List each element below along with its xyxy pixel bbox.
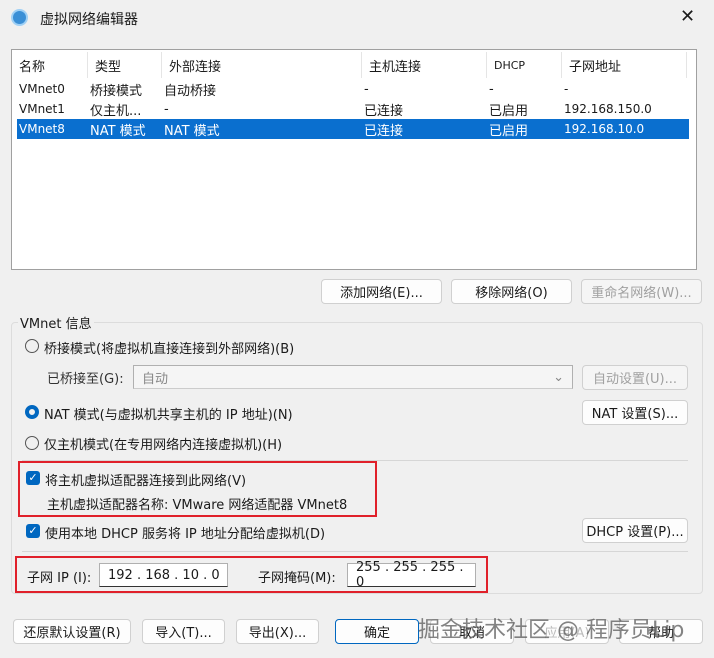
vmnet-info-group [11, 322, 703, 594]
bridged-to-select[interactable]: 自动 ⌄ [133, 365, 573, 389]
bridge-label: 桥接模式(将虚拟机直接连接到外部网络)(B) [44, 342, 295, 357]
table-cell: 已启用 [489, 123, 529, 139]
chevron-down-icon: ⌄ [553, 369, 564, 385]
table-cell: 已启用 [489, 103, 529, 119]
table-cell: 仅主机... [90, 103, 142, 119]
divider [22, 551, 688, 552]
nat-radio[interactable] [25, 405, 39, 419]
bridge-radio[interactable] [25, 339, 39, 353]
add-network-button[interactable]: 添加网络(E)... [321, 279, 442, 304]
nat-label: NAT 模式(与虚拟机共享主机的 IP 地址)(N) [44, 408, 293, 423]
connect-adapter-checkbox[interactable]: ✓ [26, 471, 40, 485]
table-row[interactable]: VMnet0 桥接模式 自动桥接 - - - [17, 79, 689, 99]
auto-settings-button[interactable]: 自动设置(U)... [582, 365, 688, 390]
bridged-to-label: 已桥接至(G): [47, 372, 124, 387]
dhcp-settings-button[interactable]: DHCP 设置(P)... [582, 518, 688, 543]
col-type[interactable]: 类型 [88, 52, 162, 78]
subnet-mask-input[interactable]: 255 . 255 . 255 . 0 [347, 560, 476, 590]
adapter-name: 主机虚拟适配器名称: VMware 网络适配器 VMnet8 [47, 498, 348, 513]
dhcp-checkbox[interactable]: ✓ [26, 524, 40, 538]
table-row[interactable]: VMnet8 NAT 模式 NAT 模式 已连接 已启用 192.168.10.0 [17, 119, 689, 139]
hostonly-radio[interactable] [25, 436, 39, 450]
table-row[interactable]: VMnet1 仅主机... - 已连接 已启用 192.168.150.0 [17, 99, 689, 119]
table-cell: 桥接模式 [90, 83, 143, 99]
col-dhcp[interactable]: DHCP [487, 52, 562, 78]
table-cell: 192.168.150.0 [564, 102, 652, 116]
table-cell: - [164, 101, 169, 117]
close-icon[interactable]: ✕ [680, 6, 695, 27]
table-cell: NAT 模式 [90, 123, 146, 139]
import-button[interactable]: 导入(T)... [142, 619, 225, 644]
remove-network-button[interactable]: 移除网络(O) [451, 279, 572, 304]
connect-adapter-label: 将主机虚拟适配器连接到此网络(V) [45, 474, 247, 489]
table-cell: VMnet8 [19, 122, 65, 136]
table-cell: - [364, 81, 369, 97]
table-cell: 已连接 [364, 123, 404, 139]
subnet-ip-label: 子网 IP (I): [27, 571, 92, 586]
bridged-to-value: 自动 [142, 371, 169, 387]
col-subnet[interactable]: 子网地址 [562, 52, 687, 78]
dhcp-label: 使用本地 DHCP 服务将 IP 地址分配给虚拟机(D) [45, 527, 326, 542]
hostonly-label: 仅主机模式(在专用网络内连接虚拟机)(H) [44, 438, 283, 453]
watermark: 掘金技术社区 @ 程序员Lip [418, 618, 685, 643]
table-cell: 已连接 [364, 103, 404, 119]
nat-settings-button[interactable]: NAT 设置(S)... [582, 400, 688, 425]
col-name[interactable]: 名称 [12, 52, 88, 78]
table-cell: 自动桥接 [164, 83, 217, 99]
table-cell: 192.168.10.0 [564, 122, 645, 136]
app-icon [11, 9, 28, 26]
window-title: 虚拟网络编辑器 [40, 12, 138, 28]
table-cell: VMnet0 [19, 82, 65, 96]
list-header: 名称 类型 外部连接 主机连接 DHCP 子网地址 [12, 52, 687, 78]
group-label: VMnet 信息 [18, 313, 94, 332]
export-button[interactable]: 导出(X)... [236, 619, 319, 644]
ok-button[interactable]: 确定 [335, 619, 419, 644]
rename-network-button[interactable]: 重命名网络(W)... [581, 279, 702, 304]
col-host[interactable]: 主机连接 [362, 52, 487, 78]
table-cell: NAT 模式 [164, 123, 220, 139]
table-cell: VMnet1 [19, 102, 65, 116]
subnet-ip-input[interactable]: 192 . 168 . 10 . 0 [99, 563, 228, 587]
table-cell: - [564, 82, 569, 96]
table-cell: - [489, 81, 494, 97]
mask-label: 子网掩码(M): [258, 571, 336, 586]
restore-defaults-button[interactable]: 还原默认设置(R) [13, 619, 131, 644]
network-list[interactable]: 名称 类型 外部连接 主机连接 DHCP 子网地址 VMnet0 桥接模式 自动桥接… [11, 49, 697, 270]
col-external[interactable]: 外部连接 [162, 52, 362, 78]
